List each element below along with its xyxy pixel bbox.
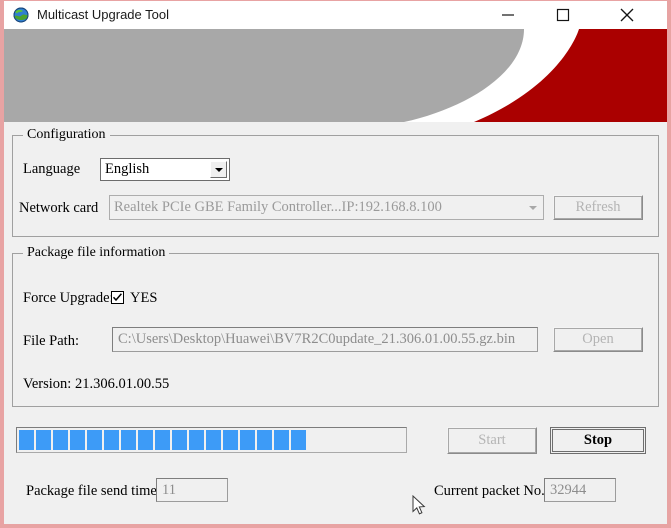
close-button[interactable] [604, 1, 649, 28]
progress-segment [206, 430, 221, 450]
package-send-time-label: Package file send time [26, 483, 157, 499]
progress-segment [36, 430, 51, 450]
close-icon [620, 8, 634, 22]
file-path-label: File Path: [23, 333, 79, 349]
file-path-value: C:\Users\Desktop\Huawei\BV7R2C0update_21… [118, 331, 516, 348]
package-send-time-value: 11 [162, 481, 176, 498]
window-title: Multicast Upgrade Tool [37, 7, 169, 22]
minimize-icon [502, 14, 514, 16]
start-button-label: Start [478, 432, 506, 448]
current-packet-value: 32944 [550, 481, 587, 498]
language-value: English [105, 161, 150, 177]
language-combobox[interactable]: English [100, 158, 230, 181]
minimize-button[interactable] [485, 1, 530, 28]
start-button[interactable]: Start [447, 427, 537, 454]
stop-button[interactable]: Stop [550, 427, 646, 454]
progress-segment [189, 430, 204, 450]
maximize-button[interactable] [540, 1, 585, 28]
refresh-button-label: Refresh [575, 199, 621, 215]
version-text: Version: 21.306.01.00.55 [23, 376, 170, 392]
configuration-group: Configuration [12, 127, 659, 237]
progress-segment [70, 430, 85, 450]
network-card-combobox[interactable]: Realtek PCIe GBE Family Controller...IP:… [109, 195, 544, 220]
progress-segment [274, 430, 289, 450]
chevron-down-icon[interactable] [210, 161, 227, 178]
current-packet-label: Current packet No. [434, 483, 545, 499]
current-packet-field: 32944 [544, 478, 616, 502]
upgrade-progress-bar [16, 427, 407, 453]
progress-segment [155, 430, 170, 450]
force-upgrade-checkbox-label: YES [130, 290, 158, 306]
maximize-icon [556, 8, 570, 22]
progress-segment [172, 430, 187, 450]
header-banner [4, 29, 667, 122]
progress-segment [291, 430, 306, 450]
mouse-pointer-icon [412, 495, 426, 515]
globe-icon [13, 7, 29, 23]
progress-segment [87, 430, 102, 450]
progress-segment [104, 430, 119, 450]
checkmark-icon [112, 293, 122, 302]
package-send-time-field: 11 [156, 478, 228, 502]
progress-segment [121, 430, 136, 450]
network-card-label: Network card [19, 200, 99, 216]
chevron-down-icon[interactable] [524, 198, 541, 217]
language-label: Language [23, 161, 81, 177]
open-button[interactable]: Open [553, 327, 643, 352]
force-upgrade-checkbox[interactable] [111, 291, 124, 304]
force-upgrade-label: Force Upgrade: [23, 290, 114, 306]
progress-segment [257, 430, 272, 450]
file-path-field[interactable]: C:\Users\Desktop\Huawei\BV7R2C0update_21… [112, 327, 538, 352]
banner-graphic [4, 29, 667, 122]
title-bar: Multicast Upgrade Tool [4, 1, 667, 30]
package-file-information-legend: Package file information [23, 245, 170, 261]
configuration-legend: Configuration [23, 127, 110, 143]
application-window: Multicast Upgrade Tool Configuration Lan… [0, 0, 671, 528]
progress-segment [19, 430, 34, 450]
progress-segment [138, 430, 153, 450]
refresh-button[interactable]: Refresh [553, 195, 643, 220]
open-button-label: Open [582, 331, 614, 347]
progress-segment [53, 430, 68, 450]
network-card-value: Realtek PCIe GBE Family Controller...IP:… [114, 199, 442, 215]
progress-segment [240, 430, 255, 450]
progress-segment [223, 430, 238, 450]
stop-button-label: Stop [583, 432, 613, 448]
